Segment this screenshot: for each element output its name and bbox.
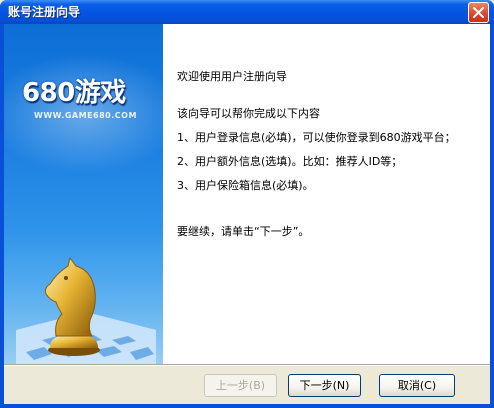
dialog-client-area: 680游戏 WWW.GAME680.COM 欢迎使用用户注册向导 该向导可以帮你…: [4, 24, 490, 404]
continue-hint: 要继续，请单击“下一步”。: [177, 225, 310, 238]
intro-text: 该向导可以帮你完成以下内容: [177, 107, 320, 120]
wizard-banner: 680游戏 WWW.GAME680.COM: [4, 24, 163, 364]
step-3-text: 3、用户保险箱信息(必填)。: [177, 179, 314, 192]
close-button[interactable]: [468, 2, 489, 23]
welcome-text: 欢迎使用用户注册向导: [177, 70, 287, 83]
brand-logo: 680游戏 WWW.GAME680.COM: [22, 72, 152, 120]
brand-url: WWW.GAME680.COM: [34, 111, 137, 120]
button-separator: [4, 364, 490, 366]
chess-knight-icon: [16, 256, 156, 364]
brand-title: 680游戏: [22, 78, 126, 108]
window-title: 账号注册向导: [8, 5, 81, 19]
back-button[interactable]: 上一步(B): [204, 374, 277, 397]
wizard-content: 欢迎使用用户注册向导 该向导可以帮你完成以下内容 1、用户登录信息(必填)，可以…: [163, 24, 490, 364]
next-button[interactable]: 下一步(N): [288, 374, 361, 397]
cancel-button[interactable]: 取消(C): [379, 374, 455, 397]
step-2-text: 2、用户额外信息(选填)。比如：推荐人ID等；: [177, 155, 403, 168]
step-1-text: 1、用户登录信息(必填)，可以使你登录到680游戏平台；: [177, 131, 456, 144]
wizard-window: 账号注册向导 680游戏 WWW.GAME680.COM 欢迎使用用户注册向导 …: [0, 0, 494, 408]
close-icon: [473, 7, 484, 18]
knight-piece: [45, 256, 100, 356]
title-bar[interactable]: 账号注册向导: [0, 0, 494, 24]
